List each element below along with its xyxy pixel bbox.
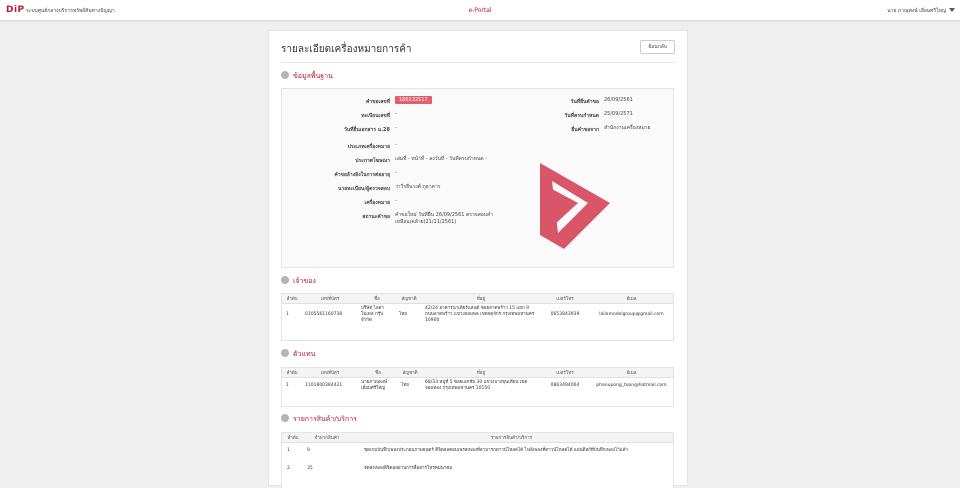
section-basic-title: ข้อมูลพื้นฐาน — [281, 71, 333, 82]
table-row: 1 0105561160738 บริษัท ไลล่า โมเดล กรุ๊ป… — [282, 303, 673, 326]
registrar-label: นายทะเบียน/ผู้ตรวจสอบ — [337, 186, 390, 192]
table-row: 2 35 จัดส่งเพลงดิจิตอลผ่านการสื่อสารโทรค… — [282, 460, 673, 478]
cell-name: บริษัท ไลล่า โมเดล กรุ๊ป จำกัด — [361, 305, 384, 323]
mark-value: - — [395, 198, 397, 204]
filed-from-label: ยื่นคำขอจาก — [571, 127, 599, 133]
section-agent-label: ตัวแทน — [293, 350, 316, 358]
chevron-down-icon[interactable] — [949, 8, 955, 12]
col-header: เบอร์โทร — [540, 294, 590, 304]
cell-address: 42/24 อาคารนาเดียร์แลนด์ ซอยลาดพร้าว 15 … — [425, 305, 535, 323]
expiry-date-label: วันที่ครบกำหนด — [564, 113, 599, 119]
cell-index: 1 — [287, 448, 290, 454]
col-header: ลำดับ — [282, 368, 302, 378]
cell-index: 2 — [287, 466, 290, 471]
section-owner-title: เจ้าของ — [281, 276, 316, 287]
mark-type-value: - — [395, 142, 397, 148]
registrar-value: ว่าวีรยืนวงศ์ ภูธาคาร — [395, 184, 441, 190]
agent-table-box: ลำดับ เลขที่บัตร ชื่อ สัญชาติ ที่อยู่ เบ… — [281, 367, 674, 407]
col-header: สัญชาติ — [396, 294, 422, 304]
cell-index: 1 — [286, 311, 289, 317]
portal-title: e-Portal — [468, 7, 492, 14]
m28-label: วันที่ยื่นเอกสาร ม.28 — [343, 127, 390, 133]
table-row: 1 1101800384421 นายภาณุพงษ์ เอี่ยมศรีใหญ… — [282, 377, 673, 394]
table-header: ลำดับ จำพวกสินค้า รายการสินค้า/บริการ — [282, 433, 673, 443]
col-header: ลำดับ — [282, 433, 304, 443]
cell-name: นายภาณุพงษ์ เอี่ยมศรีใหญ่ — [361, 379, 388, 391]
section-goods-title: รายการสินค้า/บริการ — [281, 414, 357, 425]
cell-id: 0105561160738 — [305, 311, 343, 317]
cell-address: 68/33 หมู่ที่ 5 ซอยเอกชัย 30 แขวงบางขุนเ… — [425, 379, 528, 391]
user-icon — [281, 276, 289, 284]
col-header: จำพวกสินค้า — [304, 433, 350, 443]
user-icon — [281, 349, 289, 357]
user-menu[interactable]: นาย ภาณุพงษ์ เอี่ยมศรีใหญ่ — [887, 7, 946, 15]
cell-email: phanupong_toon@hotmail.com — [596, 382, 667, 388]
announce-label: ประกาศโฆษณา — [355, 158, 390, 164]
col-header: ลำดับ — [282, 294, 302, 304]
col-header: ที่อยู่ — [422, 368, 540, 378]
col-header: เบอร์โทร — [540, 368, 590, 378]
basic-info-box: คำขอเลขที่ 180132517 ทะเบียนเลขที่ - วัน… — [281, 88, 674, 268]
cell-nationality: ไทย — [399, 311, 407, 317]
agent-table: ลำดับ เลขที่บัตร ชื่อ สัญชาติ ที่อยู่ เบ… — [282, 368, 673, 394]
col-header: ชื่อ — [358, 294, 396, 304]
table-header: ลำดับ เลขที่บัตร ชื่อ สัญชาติ ที่อยู่ เบ… — [282, 368, 673, 378]
mark-type-label: ประเภทเครื่องหมาย — [347, 144, 390, 150]
col-header: เลขที่บัตร — [302, 368, 358, 378]
star-icon — [281, 414, 289, 422]
cell-phone: 0863494064 — [550, 382, 580, 388]
mark-label: เครื่องหมาย — [364, 200, 390, 206]
app-no-label: คำขอเลขที่ — [365, 99, 390, 105]
goods-table-box: ลำดับ จำพวกสินค้า รายการสินค้า/บริการ 1 … — [281, 432, 674, 488]
m28-value: - — [395, 125, 397, 131]
app-no-badge: 180132517 — [395, 96, 432, 104]
col-header: อีเมล — [590, 294, 673, 304]
filed-from-value: สำนักงานเครื่องหมาย — [604, 125, 651, 131]
divider — [281, 62, 675, 63]
filing-date-value: 26/09/2561 — [604, 97, 633, 103]
cell-index: 1 — [286, 382, 289, 388]
section-agent-title: ตัวแทน — [281, 349, 315, 360]
section-goods-label: รายการสินค้า/บริการ — [293, 415, 357, 423]
section-basic-label: ข้อมูลพื้นฐาน — [293, 72, 333, 80]
cell-id: 1101800384421 — [305, 382, 343, 388]
expiry-date-value: 25/09/2571 — [604, 111, 633, 117]
owner-table-box: ลำดับ เลขที่บัตร ชื่อ สัญชาติ ที่อยู่ เบ… — [281, 293, 674, 341]
col-header: สัญชาติ — [398, 368, 422, 378]
announce-value: เล่มที่ - หน้าที่ - ลงวันที่ - วันที่ครบ… — [395, 156, 488, 162]
table-header: ลำดับ เลขที่บัตร ชื่อ สัญชาติ ที่อยู่ เบ… — [282, 294, 673, 304]
reg-no-label: ทะเบียนเลขที่ — [361, 113, 390, 119]
owner-table: ลำดับ เลขที่บัตร ชื่อ สัญชาติ ที่อยู่ เบ… — [282, 294, 673, 326]
cell-class: 9 — [307, 448, 310, 454]
cell-goods: ชุดเกมบันทึกเพลงประกอบภาพยนตร์ ดิจิตอลคอ… — [364, 448, 628, 454]
filing-date-label: วันที่ยื่นคำขอ — [570, 99, 599, 105]
col-header: รายการสินค้า/บริการ — [350, 433, 673, 443]
goods-table: ลำดับ จำพวกสินค้า รายการสินค้า/บริการ 1 … — [282, 433, 673, 478]
detail-card: รายละเอียดเครื่องหมายการค้า ย้อนกลับ ข้อ… — [268, 30, 688, 488]
col-header: เลขที่บัตร — [302, 294, 358, 304]
cell-goods: จัดส่งเพลงดิจิตอลผ่านการสื่อสารโทรคมนาคม — [364, 466, 453, 471]
col-header: ชื่อ — [358, 368, 398, 378]
cell-email: lailamodelgroup@gmail.com — [599, 311, 664, 317]
table-row: 1 9 ชุดเกมบันทึกเพลงประกอบภาพยนตร์ ดิจิต… — [282, 442, 673, 460]
gear-icon — [281, 71, 289, 79]
renew-ref-label: คำขออ้างอิงในการต่ออายุ — [334, 172, 390, 178]
cell-class: 35 — [307, 466, 313, 471]
col-header: อีเมล — [590, 368, 673, 378]
section-owner-label: เจ้าของ — [293, 277, 316, 285]
reg-no-value: - — [395, 111, 397, 117]
trademark-image — [540, 163, 610, 249]
col-header: ที่อยู่ — [422, 294, 540, 304]
status-label: สถานะคำขอ — [362, 214, 390, 220]
top-bar: DiP ระบบศูนย์กลางบริการทรัพย์สินทางปัญญา… — [0, 0, 960, 21]
page-title: รายละเอียดเครื่องหมายการค้า — [281, 44, 412, 55]
back-button[interactable]: ย้อนกลับ — [640, 40, 675, 54]
renew-ref-value: - — [395, 170, 397, 176]
cell-nationality: ไทย — [401, 382, 409, 388]
cell-phone: 0653843939 — [550, 311, 580, 317]
status-value: คำขอใหม่ วันที่ยื่น 26/09/2561 ตรวจสอบคำ… — [395, 212, 494, 225]
